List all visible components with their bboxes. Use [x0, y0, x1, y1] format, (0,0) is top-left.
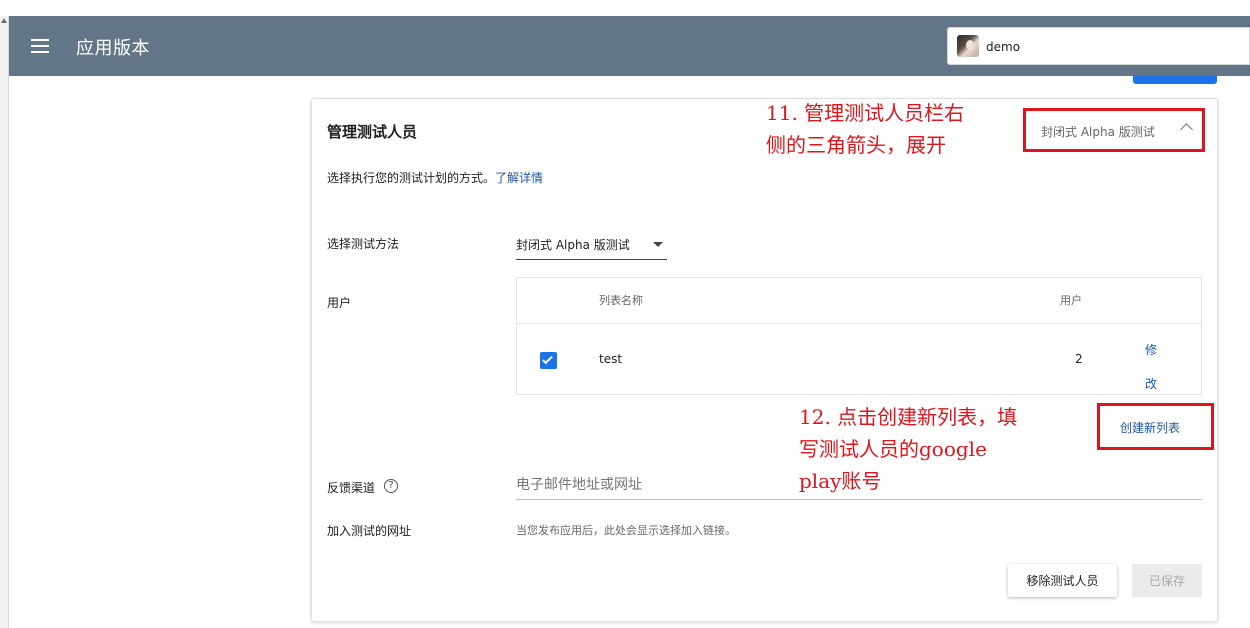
column-header-list-name: 列表名称: [599, 294, 643, 307]
saved-button: 已保存: [1132, 564, 1202, 597]
header-divider: [517, 323, 1201, 324]
primary-button-partial[interactable]: [1133, 76, 1217, 84]
optin-url-label: 加入测试的网址: [327, 524, 412, 538]
column-header-users: 用户: [1060, 294, 1082, 307]
annotation-box-create-list: [1097, 403, 1214, 450]
scroll-up-arrow-icon[interactable]: [1, 18, 7, 23]
top-strip: [0, 0, 1250, 16]
user-avatar-icon: [957, 35, 979, 57]
testing-method-select[interactable]: 封闭式 Alpha 版测试: [516, 231, 667, 260]
row-checkbox[interactable]: [540, 352, 557, 369]
edit-link[interactable]: 修改: [1145, 333, 1161, 401]
manage-testers-card: 管理测试人员 封闭式 Alpha 版测试 选择执行您的测试计划的方式。了解详情 …: [311, 98, 1218, 622]
user-count-cell: 2: [1075, 352, 1083, 366]
testing-method-label: 选择测试方法: [327, 237, 400, 251]
remove-testers-button[interactable]: 移除测试人员: [1008, 564, 1117, 597]
card-title: 管理测试人员: [327, 123, 418, 141]
optin-url-note: 当您发布应用后，此处会显示选择加入链接。: [516, 524, 736, 537]
account-switcher[interactable]: demo: [947, 27, 1250, 65]
annotation-box-collapse: [1023, 108, 1205, 152]
help-icon[interactable]: ?: [384, 479, 398, 493]
card-description: 选择执行您的测试计划的方式。了解详情: [327, 169, 543, 186]
dropdown-caret-icon: [653, 242, 663, 247]
learn-more-link[interactable]: 了解详情: [495, 171, 543, 185]
feedback-label: 反馈渠道: [327, 481, 376, 495]
select-value: 封闭式 Alpha 版测试: [516, 238, 630, 252]
list-name-cell: test: [599, 352, 623, 366]
page-title: 应用版本: [76, 38, 150, 59]
hamburger-menu-icon[interactable]: [31, 39, 49, 53]
scrollbar[interactable]: [0, 16, 9, 628]
checkmark-icon: [542, 353, 553, 365]
user-name: demo: [986, 40, 1021, 54]
users-table: 列表名称 用户 test 2 修改: [516, 277, 1202, 395]
description-text: 选择执行您的测试计划的方式。: [327, 171, 496, 185]
annotation-step-12: 12. 点击创建新列表，填 写测试人员的google play账号: [799, 405, 1018, 493]
annotation-step-11: 11. 管理测试人员栏右 侧的三角箭头，展开: [766, 101, 965, 157]
users-label: 用户: [327, 296, 352, 310]
app-window: 应用版本 demo 管理测试人员 封闭式 Alpha 版测试 选择执行您的测试计…: [0, 0, 1250, 628]
